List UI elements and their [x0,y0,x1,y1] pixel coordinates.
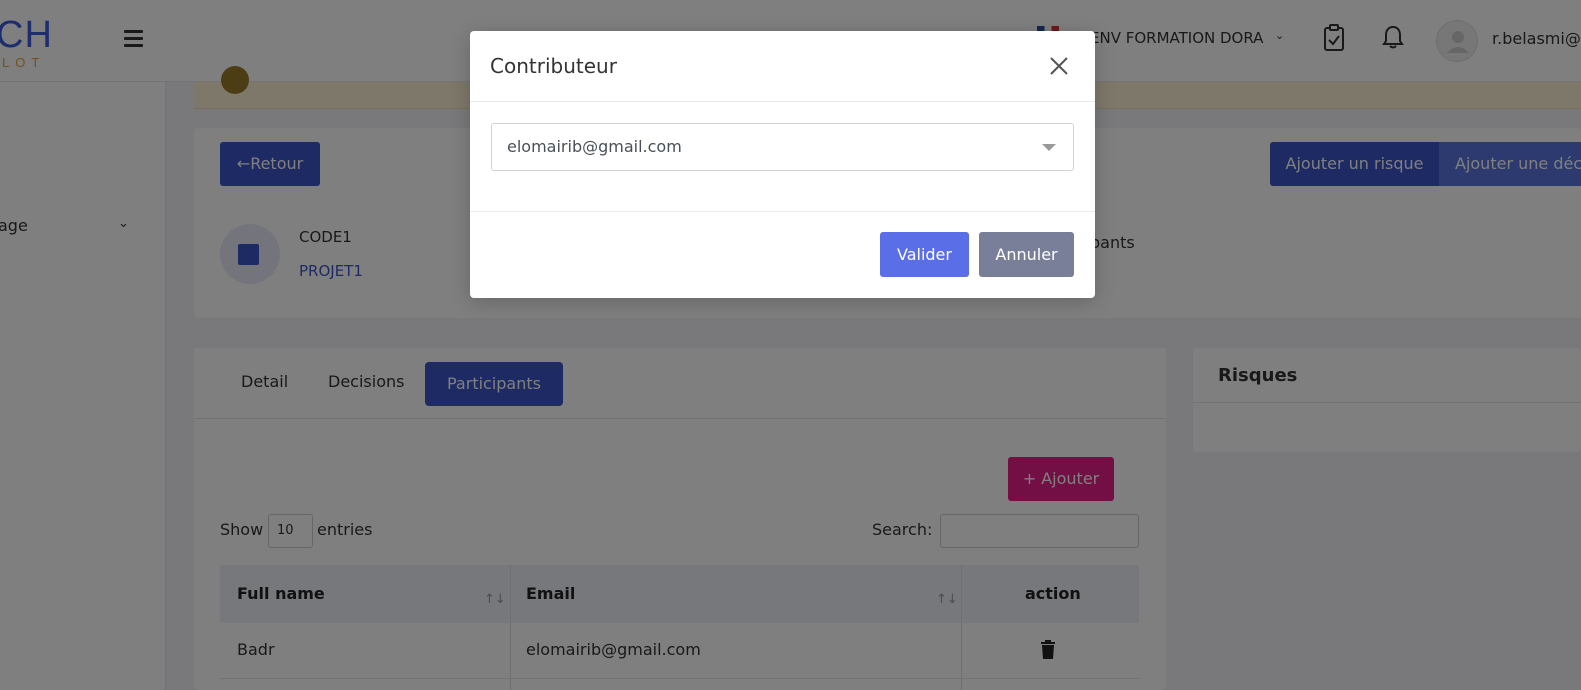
modal-header-divider [470,101,1095,102]
cancel-button[interactable]: Annuler [979,232,1074,277]
close-icon[interactable] [1047,54,1071,78]
modal-title: Contributeur [490,54,617,78]
modal-footer-divider [470,211,1095,212]
contributor-select-value: elomairib@gmail.com [507,137,682,156]
confirm-button[interactable]: Valider [880,232,969,277]
contributor-modal: Contributeur elomairib@gmail.com Valider… [470,31,1095,298]
caret-down-icon [1042,144,1056,151]
contributor-select[interactable]: elomairib@gmail.com [491,123,1074,171]
